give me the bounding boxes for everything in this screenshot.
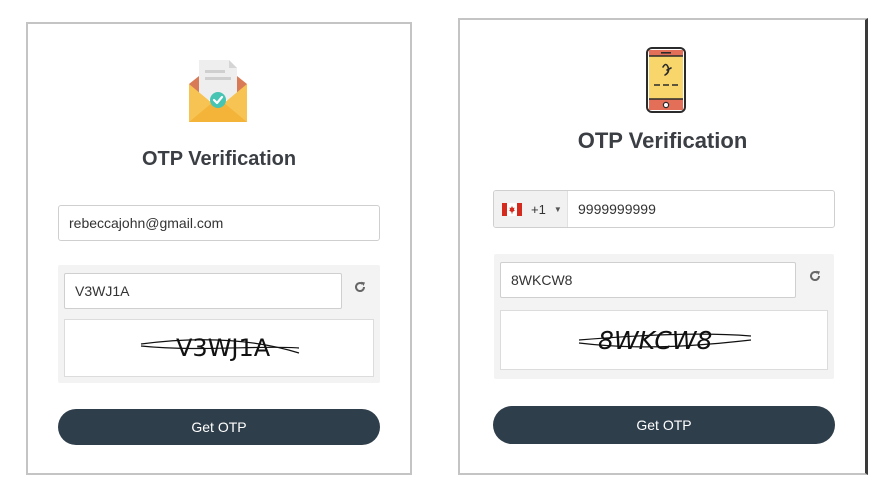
email-field[interactable]: rebeccajohn@gmail.com bbox=[58, 205, 380, 241]
mobile-phone-icon bbox=[646, 47, 686, 113]
page-title: OTP Verification bbox=[577, 128, 748, 153]
get-otp-button[interactable]: Get OTP bbox=[58, 409, 380, 445]
envelope-check-icon bbox=[189, 60, 247, 122]
canada-flag-icon bbox=[502, 202, 522, 216]
phone-field[interactable]: +1 ▼ 9999999999 bbox=[493, 190, 835, 228]
phone-otp-card: OTP Verification +1 ▼ 9999999999 8WKCW8 bbox=[458, 18, 868, 475]
captcha-image: V3WJ1A bbox=[64, 319, 374, 377]
get-otp-label: Get OTP bbox=[191, 419, 247, 435]
captcha-input[interactable]: V3WJ1A bbox=[64, 273, 342, 309]
page-title: OTP Verification bbox=[141, 148, 297, 170]
captcha-input[interactable]: 8WKCW8 bbox=[500, 262, 796, 298]
get-otp-label: Get OTP bbox=[636, 417, 692, 433]
captcha-input-value: V3WJ1A bbox=[75, 283, 130, 299]
captcha-image: 8WKCW8 bbox=[500, 310, 828, 370]
refresh-icon bbox=[355, 281, 366, 293]
captcha-text: 8WKCW8 bbox=[598, 326, 712, 355]
captcha-panel: 8WKCW8 8WKCW8 bbox=[494, 254, 834, 379]
captcha-input-value: 8WKCW8 bbox=[511, 272, 573, 288]
refresh-captcha-button[interactable] bbox=[807, 268, 823, 284]
email-otp-card: OTP Verification rebeccajohn@gmail.com V… bbox=[26, 22, 412, 475]
email-value: rebeccajohn@gmail.com bbox=[69, 215, 224, 231]
dial-code: +1 bbox=[531, 201, 546, 217]
captcha-panel: V3WJ1A V3WJ1A bbox=[58, 265, 380, 383]
chevron-down-icon: ▼ bbox=[553, 204, 562, 214]
refresh-icon bbox=[810, 270, 821, 282]
country-code-dropdown[interactable]: +1 ▼ bbox=[494, 191, 568, 227]
get-otp-button[interactable]: Get OTP bbox=[493, 406, 835, 444]
refresh-captcha-button[interactable] bbox=[352, 279, 368, 295]
